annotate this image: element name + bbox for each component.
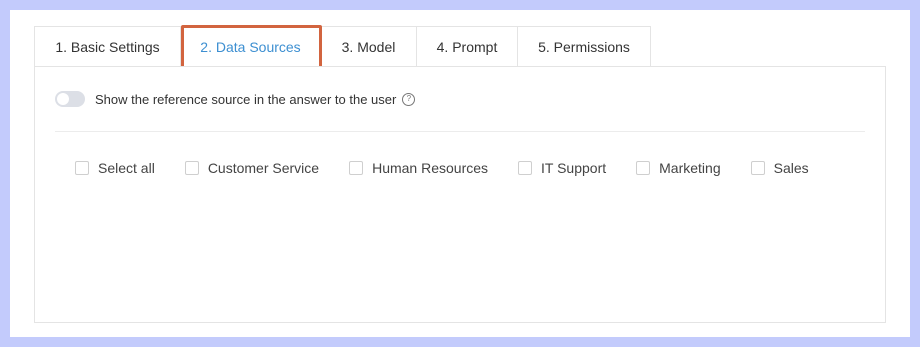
checkbox-label: Sales bbox=[773, 160, 809, 176]
checkbox-label: Marketing bbox=[659, 160, 721, 176]
checkbox-label: IT Support bbox=[541, 160, 607, 176]
reference-source-row: Show the reference source in the answer … bbox=[55, 91, 416, 107]
checkbox-box[interactable] bbox=[750, 161, 765, 175]
divider bbox=[55, 131, 865, 132]
checkbox-customer-service[interactable]: Customer Service bbox=[184, 160, 320, 176]
data-source-checkbox-group: Select all Customer Service Human Resour… bbox=[75, 160, 839, 176]
checkbox-marketing[interactable]: Marketing bbox=[636, 160, 721, 176]
page-card: 1. Basic Settings 2. Data Sources 3. Mod… bbox=[10, 10, 910, 337]
checkbox-box[interactable] bbox=[636, 161, 651, 175]
tab-panel: Show the reference source in the answer … bbox=[34, 66, 886, 323]
checkbox-box[interactable] bbox=[184, 161, 199, 175]
question-circle-icon[interactable]: ? bbox=[402, 92, 416, 106]
reference-source-toggle[interactable] bbox=[55, 91, 85, 107]
reference-source-label: Show the reference source in the answer … bbox=[95, 91, 397, 107]
checkbox-human-resources[interactable]: Human Resources bbox=[349, 160, 488, 176]
checkbox-box[interactable] bbox=[518, 161, 533, 175]
checkbox-label: Select all bbox=[98, 160, 155, 176]
checkbox-sales[interactable]: Sales bbox=[750, 160, 809, 176]
tab-data-sources[interactable]: 2. Data Sources bbox=[181, 26, 321, 67]
checkbox-label: Human Resources bbox=[372, 160, 489, 176]
tab-model[interactable]: 3. Model bbox=[321, 26, 417, 67]
tab-bar: 1. Basic Settings 2. Data Sources 3. Mod… bbox=[34, 26, 651, 67]
checkbox-box[interactable] bbox=[75, 161, 89, 175]
checkbox-label: Customer Service bbox=[207, 160, 320, 176]
tab-permissions[interactable]: 5. Permissions bbox=[518, 26, 651, 67]
tab-basic-settings[interactable]: 1. Basic Settings bbox=[34, 26, 181, 67]
checkbox-select-all[interactable]: Select all bbox=[75, 160, 155, 176]
checkbox-it-support[interactable]: IT Support bbox=[518, 160, 606, 176]
checkbox-box[interactable] bbox=[349, 161, 364, 175]
tab-prompt[interactable]: 4. Prompt bbox=[417, 26, 518, 67]
